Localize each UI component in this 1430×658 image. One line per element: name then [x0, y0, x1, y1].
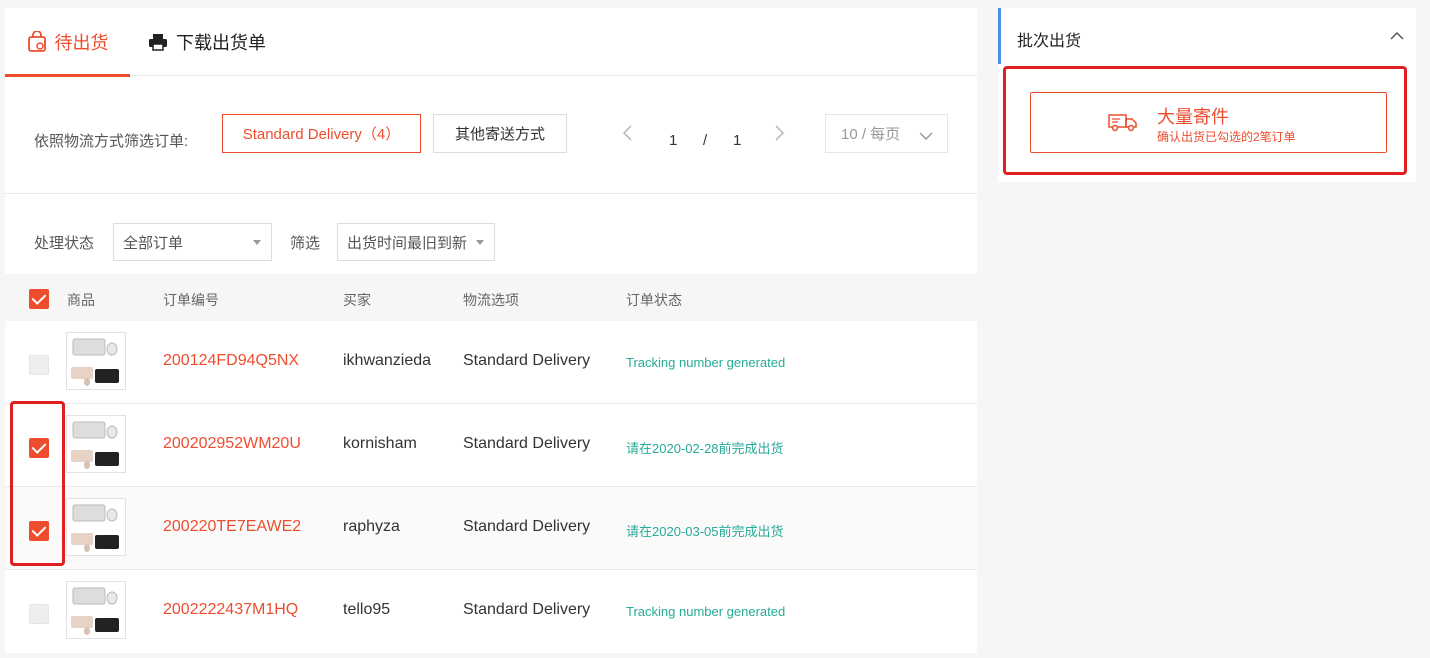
buyer-name: tello95	[343, 601, 391, 618]
table-header: 商品 订单编号 买家 物流选项 订单状态	[5, 274, 977, 321]
batch-ship-title: 批次出货	[1017, 33, 1082, 50]
header-shipping: 物流选项	[463, 292, 519, 308]
standard-delivery-filter-button[interactable]: Standard Delivery（4）	[222, 114, 421, 153]
select-all-checkbox[interactable]	[29, 289, 49, 309]
table-row[interactable]: 200220TE7EAWE2 raphyza Standard Delivery…	[5, 487, 977, 570]
buyer-name: raphyza	[343, 518, 400, 535]
shipping-filter-row: 依照物流方式筛选订单: Standard Delivery（4） 其他寄送方式 …	[5, 76, 977, 194]
order-id-link[interactable]: 200220TE7EAWE2	[163, 518, 301, 536]
tab-download-waybill-label: 下载出货单	[176, 33, 266, 53]
current-page: 1	[669, 132, 678, 149]
page-size-value: 10 / 每页	[841, 126, 901, 143]
order-id-link[interactable]: 200124FD94Q5NX	[163, 352, 299, 370]
printer-icon	[148, 32, 168, 52]
product-thumbnail	[66, 415, 126, 473]
status-select[interactable]: 全部订单	[113, 223, 272, 261]
page-separator: /	[703, 132, 708, 149]
status-select-value: 全部订单	[123, 234, 184, 252]
chevron-down-icon	[919, 128, 933, 145]
header-buyer: 买家	[343, 292, 371, 308]
caret-down-icon	[476, 240, 484, 245]
shipping-option: Standard Delivery	[463, 601, 591, 618]
shipping-option: Standard Delivery	[463, 435, 591, 452]
order-status: 请在2020-03-05前完成出货	[626, 524, 784, 539]
row-checkbox[interactable]	[29, 355, 49, 375]
order-id-link[interactable]: 2002222437M1HQ	[163, 601, 298, 619]
shipping-option: Standard Delivery	[463, 352, 591, 369]
page-size-select[interactable]: 10 / 每页	[825, 114, 948, 153]
order-status: 请在2020-02-28前完成出货	[626, 441, 784, 456]
product-thumbnail	[66, 581, 126, 639]
tab-to-ship-label: 待出货	[54, 33, 109, 53]
sort-select-value: 出货时间最旧到新	[347, 234, 468, 252]
tab-to-ship[interactable]: 待出货	[5, 8, 130, 77]
sort-label: 筛选	[290, 235, 321, 252]
filter-label: 依照物流方式筛选订单:	[34, 133, 189, 150]
header-product: 商品	[67, 292, 95, 308]
package-icon	[27, 31, 47, 53]
row-checkbox[interactable]	[29, 604, 49, 624]
order-status: Tracking number generated	[626, 355, 786, 370]
product-thumbnail	[66, 498, 126, 556]
checkbox-highlight-box	[10, 401, 65, 566]
chevron-up-icon[interactable]	[1390, 28, 1404, 46]
order-id-link[interactable]: 200202952WM20U	[163, 435, 301, 453]
tab-download-waybill[interactable]: 下载出货单	[148, 8, 266, 76]
prev-page-icon[interactable]	[621, 124, 633, 147]
buyer-name: ikhwanzieda	[343, 352, 432, 369]
status-filter-row: 处理状态 全部订单 筛选 出货时间最旧到新	[5, 194, 977, 274]
header-order-id: 订单编号	[163, 292, 219, 308]
next-page-icon[interactable]	[774, 124, 786, 147]
header-status: 订单状态	[626, 292, 682, 308]
order-status: Tracking number generated	[626, 604, 786, 619]
table-row[interactable]: 200202952WM20U kornisham Standard Delive…	[5, 404, 977, 487]
total-pages: 1	[733, 132, 742, 149]
main-panel: 待出货 下载出货单 依照物流方式筛选订单: Standard Delivery（…	[5, 8, 977, 653]
caret-down-icon	[253, 240, 261, 245]
other-shipping-filter-button[interactable]: 其他寄送方式	[433, 114, 567, 153]
buyer-name: kornisham	[343, 435, 417, 452]
sort-select[interactable]: 出货时间最旧到新	[337, 223, 495, 261]
bulk-ship-highlight-box	[1003, 66, 1407, 175]
table-row[interactable]: 200124FD94Q5NX ikhwanzieda Standard Deli…	[5, 321, 977, 404]
status-label: 处理状态	[34, 235, 95, 252]
tab-bar: 待出货 下载出货单	[5, 8, 977, 77]
batch-ship-header[interactable]: 批次出货	[998, 8, 1416, 64]
shipping-option: Standard Delivery	[463, 518, 591, 535]
table-row[interactable]: 2002222437M1HQ tello95 Standard Delivery…	[5, 570, 977, 653]
product-thumbnail	[66, 332, 126, 390]
